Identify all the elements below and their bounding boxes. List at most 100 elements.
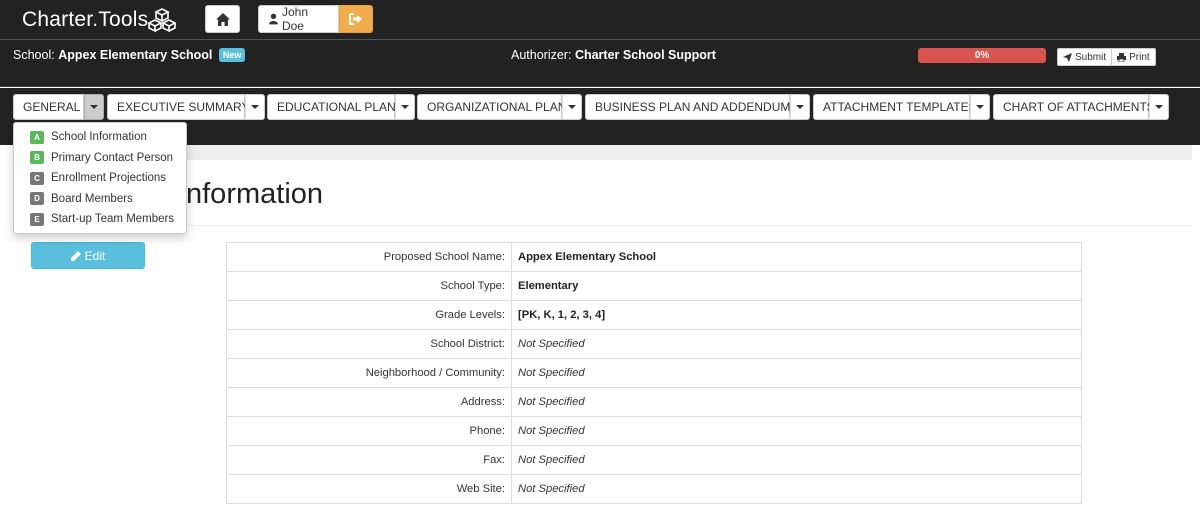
progress-text: 0% [974,50,990,61]
chevron-down-icon [401,105,409,109]
status-badge: New [218,48,246,62]
school-info-table: Proposed School Name: Appex Elementary S… [226,242,1082,504]
cubes-logo-icon [148,8,176,33]
dropdown-item-label: Enrollment Projections [51,172,167,185]
row-label: Phone: [226,416,512,446]
nav-educational-plan-toggle[interactable] [395,94,415,120]
dropdown-item-startup-team[interactable]: E Start-up Team Members [14,209,186,230]
home-icon [215,12,230,26]
table-row: Grade Levels: [PK, K, 1, 2, 3, 4] [226,300,1082,330]
edit-label: Edit [84,248,106,263]
row-value: Not Specified [511,416,1082,446]
row-label: Neighborhood / Community: [226,358,512,388]
dropdown-item-school-information[interactable]: A School Information [14,127,186,148]
divider [14,225,1192,226]
nav-chart-of-attachments-button[interactable]: CHART OF ATTACHMENTS [993,94,1155,120]
row-label: Address: [226,387,512,417]
logout-button[interactable] [339,5,373,33]
row-label: School District: [226,329,512,359]
nav-organizational-plan-toggle[interactable] [562,94,582,120]
row-value: Not Specified [511,358,1082,388]
nav-executive-summary-button[interactable]: EXECUTIVE SUMMARY [107,94,249,120]
table-row: Web Site: Not Specified [226,474,1082,504]
school-info-bar: School: Appex Elementary School New Auth… [0,39,1200,87]
user-icon [269,13,278,25]
edit-button[interactable]: Edit [31,242,145,269]
sign-out-icon [349,13,362,25]
nav-attachment-templates-button[interactable]: ATTACHMENT TEMPLATES [813,94,977,120]
send-icon [1063,52,1072,62]
table-row: School Type: Elementary [226,271,1082,301]
dropdown-item-label: School Information [51,131,147,144]
print-button[interactable]: Print [1112,48,1156,66]
progress-bar: 0% [918,48,1046,63]
nav-organizational-plan-button[interactable]: ORGANIZATIONAL PLAN [417,94,566,120]
home-button[interactable] [205,5,240,33]
chevron-down-icon [976,105,984,109]
step-letter-badge: C [30,171,44,185]
chevron-down-icon [90,105,98,109]
row-label: Web Site: [226,474,512,504]
page-title: nformation [186,178,324,210]
school-prefix: School: [13,48,55,62]
row-label: Fax: [226,445,512,475]
nav-general-button[interactable]: GENERAL [13,94,84,120]
nav-chart-of-attachments-toggle[interactable] [1149,94,1169,120]
row-label: Grade Levels: [226,300,512,330]
nav-group-general: GENERAL [13,94,104,120]
row-value: Not Specified [511,445,1082,475]
nav-business-plan-toggle[interactable] [790,94,810,120]
submit-label: Submit [1075,51,1107,63]
row-value: Not Specified [511,387,1082,417]
content-top-strip [185,145,1192,160]
dropdown-item-enrollment-projections[interactable]: C Enrollment Projections [14,168,186,189]
table-row: Phone: Not Specified [226,416,1082,446]
chevron-down-icon [568,105,576,109]
user-button-group: John Doe [258,5,373,33]
step-letter-badge: E [30,212,44,226]
row-label: School Type: [226,271,512,301]
nav-attachment-templates-toggle[interactable] [970,94,990,120]
row-value: Appex Elementary School [511,242,1082,272]
action-buttons: Submit Print [1057,48,1156,66]
chevron-down-icon [251,105,259,109]
school-label: School: Appex Elementary School New [13,48,246,62]
authorizer-name: Charter School Support [574,48,716,62]
nav-group-executive-summary: EXECUTIVE SUMMARY [107,94,265,120]
step-letter-badge: D [30,192,44,206]
table-row: Address: Not Specified [226,387,1082,417]
nav-executive-summary-toggle[interactable] [245,94,265,120]
nav-general-toggle[interactable] [84,94,104,120]
row-value: Not Specified [511,474,1082,504]
table-row: Fax: Not Specified [226,445,1082,475]
step-letter-badge: B [30,151,44,165]
nav-group-attachment-templates: ATTACHMENT TEMPLATES [813,94,990,120]
general-dropdown-menu: A School Information B Primary Contact P… [13,122,187,234]
authorizer-label: Authorizer: Charter School Support [511,48,716,62]
nav-group-business-plan: BUSINESS PLAN AND ADDENDUMS [585,94,810,120]
nav-business-plan-button[interactable]: BUSINESS PLAN AND ADDENDUMS [585,94,798,120]
row-label: Proposed School Name: [226,242,512,272]
dropdown-item-primary-contact[interactable]: B Primary Contact Person [14,148,186,169]
school-name: Appex Elementary School [58,48,213,62]
top-navbar: Charter.Tools John Doe [0,0,1200,39]
nav-group-organizational-plan: ORGANIZATIONAL PLAN [417,94,582,120]
table-row: School District: Not Specified [226,329,1082,359]
dropdown-item-board-members[interactable]: D Board Members [14,189,186,210]
table-row: Neighborhood / Community: Not Specified [226,358,1082,388]
dropdown-item-label: Primary Contact Person [51,151,174,164]
authorizer-prefix: Authorizer: [511,48,572,62]
row-value: Not Specified [511,329,1082,359]
chevron-down-icon [796,105,804,109]
user-profile-button[interactable]: John Doe [258,5,339,33]
table-row: Proposed School Name: Appex Elementary S… [226,242,1082,272]
nav-educational-plan-button[interactable]: EDUCATIONAL PLAN [267,94,396,120]
row-value: Elementary [511,271,1082,301]
submit-button[interactable]: Submit [1057,48,1113,66]
print-icon [1117,52,1127,62]
chevron-down-icon [1155,105,1163,109]
nav-group-educational-plan: EDUCATIONAL PLAN [267,94,415,120]
dropdown-item-label: Board Members [51,192,133,205]
brand-logo-text[interactable]: Charter.Tools [22,8,148,32]
print-label: Print [1129,51,1150,63]
